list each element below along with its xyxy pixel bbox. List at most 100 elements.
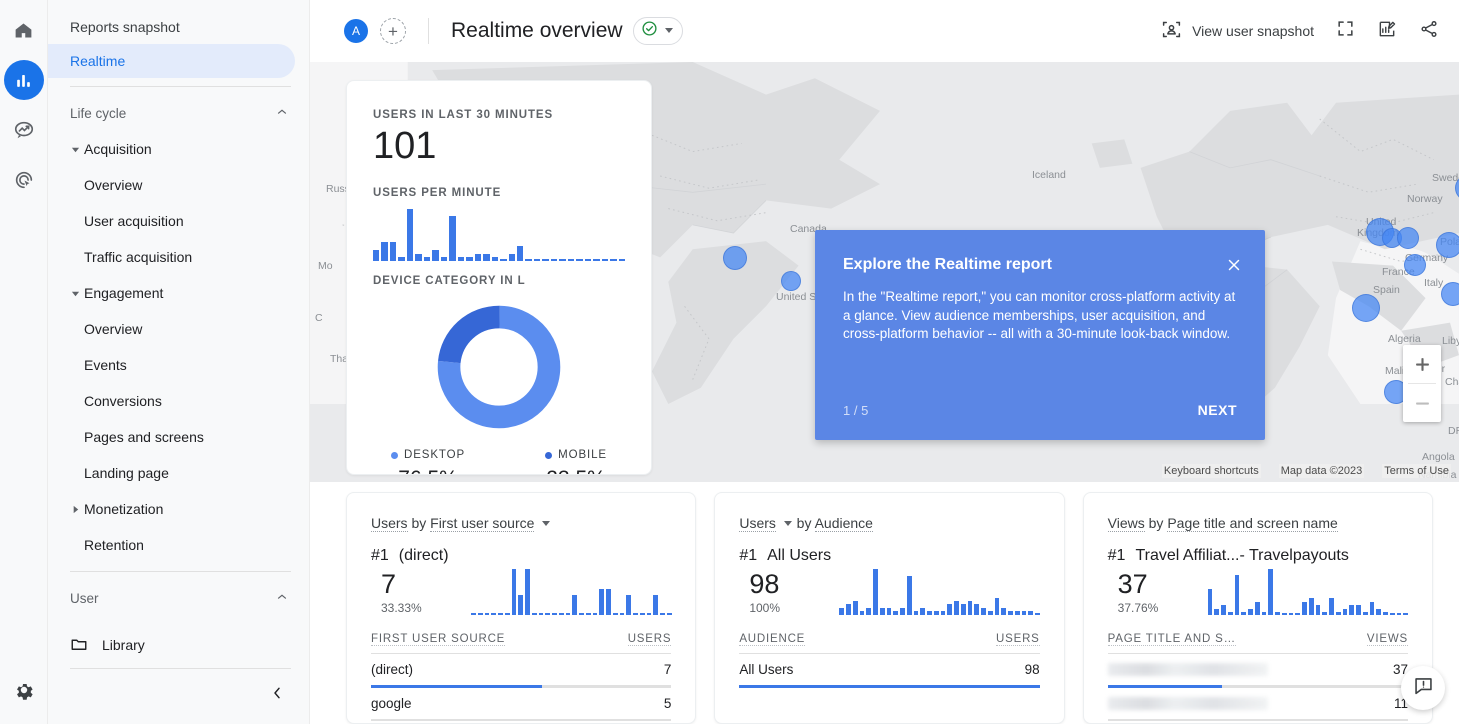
sidebar-scroll-area[interactable]: Reports snapshot Realtime Life cycle Acq…	[48, 0, 309, 622]
sidebar-divider	[70, 86, 291, 87]
sidebar-item-events[interactable]: Events	[48, 347, 309, 383]
share-icon	[1419, 19, 1439, 44]
sparkline-bar	[1207, 588, 1213, 615]
map-zoom-in-button[interactable]	[1403, 345, 1441, 383]
users-last-30-label: USERS IN LAST 30 MINUTES	[373, 109, 554, 121]
rank-badge: #1	[1107, 547, 1126, 564]
sidebar-item-monetization[interactable]: Monetization	[48, 491, 309, 527]
table-row[interactable]: 37	[1107, 654, 1408, 685]
sparkline-bar	[954, 600, 959, 615]
sidebar-group-life-cycle[interactable]: Life cycle	[48, 95, 309, 131]
caret-down-icon[interactable]	[541, 515, 551, 531]
sidebar-item-label: Realtime	[70, 53, 126, 69]
sidebar-item-retention[interactable]: Retention	[48, 527, 309, 563]
caret-down-icon[interactable]	[66, 289, 84, 298]
home-icon[interactable]	[4, 10, 44, 50]
row-value: 5	[663, 695, 672, 711]
sparkline-bar	[1356, 605, 1361, 615]
coachmark-title: Explore the Realtime report	[843, 256, 1052, 273]
sidebar-collapse-button[interactable]	[48, 669, 309, 721]
map-zoom-out-button[interactable]	[1403, 384, 1441, 422]
caret-down-icon[interactable]	[783, 515, 793, 531]
column-header-dimension[interactable]: FIRST USER SOURCE	[371, 633, 506, 646]
sparkline-bar	[1241, 611, 1247, 615]
metric-selector[interactable]: Users	[739, 515, 776, 532]
terms-of-use-link[interactable]: Terms of Use	[1382, 464, 1451, 478]
row-label: google	[371, 695, 412, 711]
column-header-dimension[interactable]: AUDIENCE	[739, 633, 806, 646]
legend-label: MOBILE	[545, 449, 607, 461]
sparkline-bar	[859, 611, 865, 615]
sidebar-item-reports-snapshot[interactable]: Reports snapshot	[48, 10, 295, 44]
sidebar-item-user-acquisition[interactable]: User acquisition	[48, 203, 309, 239]
close-icon[interactable]	[1225, 256, 1243, 278]
map-user-bubble[interactable]	[1404, 254, 1426, 276]
sidebar-item-conversions[interactable]: Conversions	[48, 383, 309, 419]
table-row[interactable]: 11	[1107, 688, 1408, 719]
metric-selector[interactable]: Users	[371, 515, 408, 532]
map-user-bubble[interactable]	[1397, 227, 1419, 249]
caret-right-icon[interactable]	[66, 505, 84, 514]
column-header-metric[interactable]: VIEWS	[1366, 633, 1408, 646]
sparkline-bar	[967, 600, 973, 615]
share-button[interactable]	[1419, 19, 1439, 44]
gear-icon[interactable]	[4, 670, 44, 710]
add-comparison-button[interactable]: +	[380, 18, 406, 44]
explore-icon[interactable]	[4, 110, 44, 150]
edit-comparisons-button[interactable]	[1377, 19, 1397, 44]
chevron-left-icon[interactable]	[269, 685, 285, 706]
sidebar-item-pages-and-screens[interactable]: Pages and screens	[48, 419, 309, 455]
dimension-selector[interactable]: First user source	[430, 515, 535, 532]
row-progress-bar	[371, 685, 672, 688]
feedback-button[interactable]	[1401, 666, 1445, 710]
sidebar-item-landing-page[interactable]: Landing page	[48, 455, 309, 491]
sidebar-item-engagement[interactable]: Engagement	[48, 275, 309, 311]
chevron-up-icon[interactable]	[275, 105, 289, 122]
table-row[interactable]: (direct) 7	[371, 654, 671, 685]
column-header-metric[interactable]: USERS	[627, 633, 672, 646]
sparkline-bar	[1308, 598, 1314, 615]
metric-and-sparkline: 7 33.33%	[371, 568, 672, 615]
map-user-bubble[interactable]	[781, 271, 801, 291]
table-row[interactable]: All Users 98	[739, 654, 1039, 685]
sparkline-bar	[525, 569, 530, 615]
sparkline-bar	[1389, 613, 1395, 615]
report-status-dropdown[interactable]	[632, 17, 683, 45]
coachmark-next-button[interactable]: NEXT	[1198, 402, 1237, 418]
fullscreen-button[interactable]	[1336, 19, 1355, 43]
avatar[interactable]: A	[344, 19, 368, 43]
sparkline-bar	[987, 611, 993, 615]
column-header-metric[interactable]: USERS	[996, 633, 1040, 646]
map-user-bubble[interactable]	[1441, 282, 1459, 306]
keyboard-shortcuts-link[interactable]: Keyboard shortcuts	[1161, 464, 1261, 478]
table-row[interactable]: google 5	[371, 688, 671, 719]
chevron-up-icon[interactable]	[275, 590, 289, 607]
caret-down-icon[interactable]	[66, 145, 84, 154]
metric-block: 98 100%	[739, 569, 825, 615]
sparkline-bar	[1001, 608, 1007, 615]
map-user-bubble[interactable]	[1436, 232, 1459, 258]
map-user-bubble[interactable]	[723, 246, 747, 270]
advertising-target-icon[interactable]	[4, 160, 44, 200]
view-user-snapshot-button[interactable]: View user snapshot	[1161, 19, 1314, 43]
map-zoom-controls[interactable]	[1403, 345, 1441, 422]
metric-selector[interactable]: Views	[1107, 515, 1145, 532]
sidebar-item-realtime[interactable]: Realtime	[48, 44, 295, 78]
sidebar-item-label: Overview	[84, 177, 143, 193]
dimension-selector[interactable]: Audience	[814, 515, 873, 532]
sidebar-item-acquisition[interactable]: Acquisition	[48, 131, 309, 167]
dimension-selector[interactable]: Page title and screen name	[1167, 515, 1338, 532]
card-header: Users by First user source	[371, 515, 671, 532]
metric-value: 7	[381, 568, 397, 599]
sidebar-item-traffic-acquisition[interactable]: Traffic acquisition	[48, 239, 309, 275]
column-header-dimension[interactable]: PAGE TITLE AND S…	[1107, 633, 1236, 646]
reports-bar-chart-icon[interactable]	[3, 60, 44, 100]
sparkline-bar	[440, 257, 448, 261]
map-user-bubble[interactable]	[1352, 294, 1380, 322]
sidebar-item-library[interactable]: Library	[48, 622, 309, 668]
sparkline-bar	[1254, 601, 1260, 615]
sparkline-bar	[1234, 575, 1240, 615]
sidebar-item-acquisition-overview[interactable]: Overview	[48, 167, 309, 203]
sidebar-group-user[interactable]: User	[48, 580, 309, 616]
sidebar-item-engagement-overview[interactable]: Overview	[48, 311, 309, 347]
